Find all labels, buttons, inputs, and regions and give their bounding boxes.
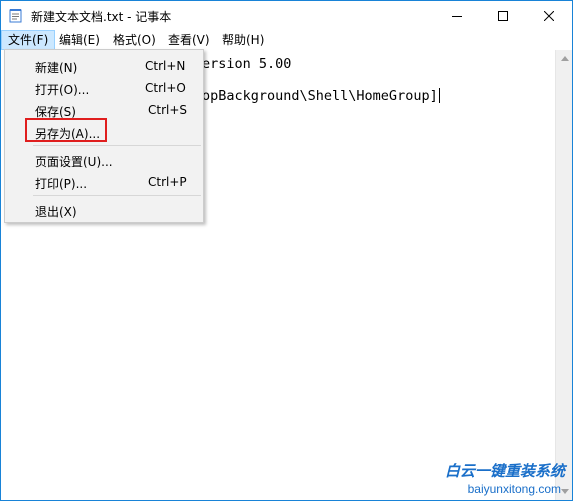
menu-item-label: 页面设置(U)... [35, 155, 113, 169]
minimize-icon [452, 15, 462, 17]
menu-item-page-setup[interactable]: 页面设置(U)... [5, 149, 203, 171]
menu-file[interactable]: 文件(F) [1, 30, 56, 50]
menu-item-shortcut: Ctrl+O [145, 81, 186, 95]
menu-item-exit[interactable]: 退出(X) [5, 199, 203, 221]
maximize-button[interactable] [480, 1, 526, 30]
watermark-url: baiyunxitong.com [467, 482, 561, 496]
menu-item-print[interactable]: 打印(P)... Ctrl+P [5, 171, 203, 193]
editor-line-1: ersion 5.00 [202, 56, 292, 72]
menu-item-open[interactable]: 打开(O)... Ctrl+O [5, 77, 203, 99]
menu-item-label: 打印(P)... [35, 177, 88, 191]
scroll-up-button[interactable] [556, 50, 572, 67]
chevron-up-icon [560, 56, 569, 61]
menu-item-label: 退出(X) [35, 205, 77, 219]
menu-separator [33, 145, 201, 146]
menu-bar: 文件(F) 编辑(E) 格式(O) 查看(V) 帮助(H) [1, 30, 572, 50]
menu-item-shortcut: Ctrl+S [148, 103, 188, 117]
menu-help[interactable]: 帮助(H) [216, 30, 270, 50]
menu-item-new[interactable]: 新建(N) Ctrl+N [5, 55, 203, 77]
menu-item-shortcut: Ctrl+P [148, 175, 187, 189]
maximize-icon [498, 10, 508, 21]
watermark-title: 白云一键重装系统 [444, 462, 565, 480]
watermark-logo: 白云一键重装系统 baiyunxitong.com [419, 459, 571, 499]
menu-view[interactable]: 查看(V) [162, 30, 216, 50]
minimize-button[interactable] [434, 1, 480, 30]
vertical-scrollbar[interactable] [555, 50, 572, 500]
menu-item-shortcut: Ctrl+N [145, 59, 186, 73]
menu-edit[interactable]: 编辑(E) [53, 30, 106, 50]
close-icon [544, 10, 554, 21]
menu-separator [33, 195, 201, 196]
notepad-icon [9, 9, 22, 23]
notepad-window: 新建文本文档.txt - 记事本 文件(F) 编辑(E) 格式(O) 查看(V)… [0, 0, 573, 501]
menu-format[interactable]: 格式(O) [107, 30, 162, 50]
menu-item-label: 新建(N) [35, 61, 78, 75]
menu-item-label: 打开(O)... [35, 83, 90, 97]
text-caret [438, 88, 440, 103]
close-button[interactable] [526, 1, 572, 30]
title-bar[interactable]: 新建文本文档.txt - 记事本 [1, 1, 572, 30]
window-title: 新建文本文档.txt - 记事本 [31, 10, 172, 24]
editor-line-2: opBackground\Shell\HomeGroup] [202, 88, 440, 104]
save-as-highlight-box [25, 118, 107, 142]
